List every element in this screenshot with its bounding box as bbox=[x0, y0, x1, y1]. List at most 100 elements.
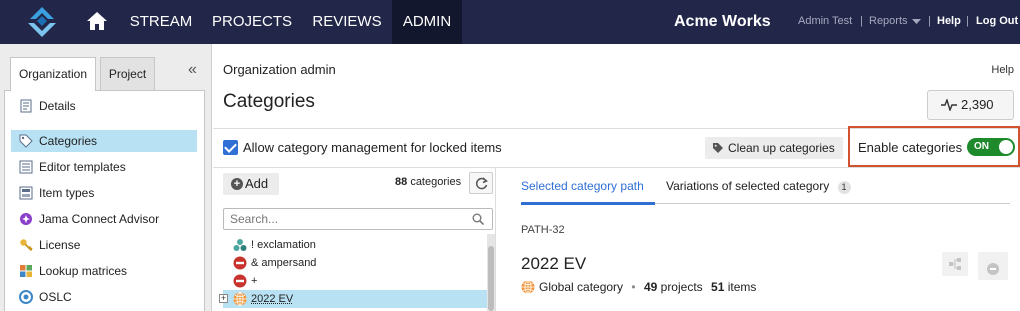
category-count-value: 88 bbox=[395, 176, 408, 188]
collapse-sidebar-icon[interactable]: « bbox=[188, 61, 197, 79]
category-count: 88 categories bbox=[395, 176, 461, 188]
items-count: 51 bbox=[711, 280, 725, 294]
variations-count-badge: 1 bbox=[837, 181, 851, 194]
category-scope: Global category bbox=[539, 280, 624, 294]
lock-management-checkbox[interactable] bbox=[223, 140, 238, 155]
enable-categories-highlight: Enable categories ON bbox=[848, 126, 1020, 167]
breadcrumb: Organization admin bbox=[223, 62, 336, 77]
sidebar-item-label: Lookup matrices bbox=[39, 264, 128, 278]
sidebar-item-label: OSLC bbox=[39, 290, 72, 304]
tag-icon bbox=[19, 134, 33, 148]
sidebar-item-label: Jama Connect Advisor bbox=[39, 212, 160, 226]
chevron-down-icon[interactable] bbox=[912, 19, 921, 25]
tab-variations-label: Variations of selected category bbox=[666, 179, 830, 193]
tree-row-label: + bbox=[251, 275, 258, 287]
tab-selected-category-path[interactable]: Selected category path bbox=[521, 179, 644, 193]
path-id: PATH-32 bbox=[521, 224, 565, 236]
organization-brand: Acme Works bbox=[674, 13, 771, 30]
details-icon bbox=[20, 99, 32, 113]
home-icon[interactable] bbox=[86, 11, 108, 31]
search-placeholder: Search... bbox=[230, 212, 279, 226]
separator: | bbox=[860, 15, 863, 27]
activity-button[interactable]: 2,390 bbox=[927, 90, 1014, 120]
scrollbar-thumb[interactable] bbox=[488, 246, 494, 311]
plus-icon: + bbox=[231, 178, 243, 190]
sidebar-item-label: Item types bbox=[39, 186, 95, 200]
expand-toggle[interactable]: + bbox=[219, 294, 228, 303]
view-hierarchy-button[interactable] bbox=[942, 252, 968, 276]
enable-categories-toggle[interactable]: ON bbox=[967, 138, 1015, 156]
category-tree-panel: + Add 88 categories Search... ! exclamat… bbox=[213, 168, 496, 311]
tree-row[interactable]: ! exclamation bbox=[223, 236, 487, 254]
hierarchy-icon bbox=[949, 258, 961, 270]
refresh-button[interactable] bbox=[469, 172, 493, 194]
sidebar-item-label: Editor templates bbox=[39, 160, 126, 174]
minus-circle-icon bbox=[233, 274, 247, 288]
remove-category-button[interactable] bbox=[978, 252, 1008, 280]
clean-up-categories-button[interactable]: Clean up categories bbox=[705, 137, 843, 159]
item-types-icon bbox=[19, 186, 33, 200]
oslc-icon bbox=[19, 290, 33, 304]
tree-row[interactable]: + bbox=[223, 272, 487, 290]
sidebar-menu: Details Categories Editor templates Item… bbox=[4, 90, 205, 311]
category-name: 2022 EV bbox=[521, 254, 587, 273]
nav-admin[interactable]: ADMIN bbox=[392, 0, 462, 44]
tree-row-label: & ampersand bbox=[251, 257, 317, 269]
toggle-knob bbox=[999, 140, 1013, 154]
category-search-input[interactable]: Search... bbox=[223, 208, 493, 230]
nav-stream[interactable]: STREAM bbox=[120, 0, 202, 44]
clean-up-label: Clean up categories bbox=[728, 141, 835, 155]
top-navigation: STREAM PROJECTS REVIEWS ADMIN Acme Works… bbox=[0, 0, 1020, 44]
minus-circle-icon bbox=[233, 256, 247, 270]
category-tree: ! exclamation & ampersand + + 2022 EV bbox=[219, 234, 487, 311]
projects-label: projects bbox=[660, 280, 703, 294]
minus-circle-icon bbox=[987, 263, 999, 275]
tree-row[interactable]: & ampersand bbox=[223, 254, 487, 272]
globe-icon bbox=[233, 292, 247, 306]
add-category-button[interactable]: + Add bbox=[223, 173, 279, 195]
sidebar-item-label: Categories bbox=[39, 134, 98, 148]
tree-row-selected[interactable]: + 2022 EV bbox=[219, 290, 487, 308]
admin-sidebar: Organization Project « Details Categorie… bbox=[0, 44, 212, 311]
logout-link[interactable]: Log Out bbox=[976, 0, 1018, 43]
nav-reviews[interactable]: REVIEWS bbox=[302, 0, 392, 44]
sidebar-item-jama-connect-advisor[interactable]: Jama Connect Advisor bbox=[11, 208, 197, 230]
category-count-suffix: categories bbox=[410, 176, 462, 188]
sidebar-item-lookup-matrices[interactable]: Lookup matrices bbox=[11, 260, 197, 282]
sidebar-item-editor-templates[interactable]: Editor templates bbox=[11, 156, 197, 178]
activity-icon bbox=[941, 99, 957, 111]
activity-count: 2,390 bbox=[961, 97, 994, 112]
sidebar-item-details[interactable]: Details bbox=[11, 95, 197, 117]
user-menu[interactable]: Admin Test bbox=[798, 0, 852, 43]
nav-projects[interactable]: PROJECTS bbox=[202, 0, 302, 44]
main-content: Organization admin Help Categories 2,390… bbox=[213, 44, 1020, 311]
help-link[interactable]: Help bbox=[991, 64, 1014, 76]
sidebar-item-item-types[interactable]: Item types bbox=[11, 182, 197, 204]
tab-project[interactable]: Project bbox=[100, 57, 155, 90]
toggle-state-label: ON bbox=[974, 141, 989, 152]
page-title: Categories bbox=[223, 91, 315, 112]
add-label: Add bbox=[245, 176, 269, 191]
globe-icon bbox=[521, 280, 535, 294]
sidebar-item-license[interactable]: License bbox=[11, 234, 197, 256]
items-label: items bbox=[727, 280, 757, 294]
reports-menu[interactable]: Reports bbox=[869, 0, 908, 43]
sidebar-item-label: License bbox=[39, 238, 81, 252]
advisor-icon bbox=[20, 213, 32, 225]
sidebar-item-oslc[interactable]: OSLC bbox=[11, 286, 197, 308]
category-detail-panel: Selected category path Variations of sel… bbox=[497, 168, 1020, 311]
tree-scrollbar[interactable] bbox=[487, 234, 495, 311]
active-tab-indicator bbox=[521, 202, 655, 205]
group-icon bbox=[233, 239, 247, 251]
app-logo[interactable] bbox=[22, 5, 62, 39]
matrix-icon bbox=[20, 265, 32, 277]
projects-count: 49 bbox=[643, 280, 658, 294]
tab-variations[interactable]: Variations of selected category 1 bbox=[666, 179, 851, 194]
sidebar-item-categories[interactable]: Categories bbox=[11, 130, 197, 152]
template-icon bbox=[19, 160, 33, 174]
tab-organization[interactable]: Organization bbox=[10, 57, 96, 91]
lock-management-label: Allow category management for locked ite… bbox=[243, 140, 502, 155]
help-link[interactable]: Help bbox=[937, 0, 961, 43]
tree-row-label: ! exclamation bbox=[251, 239, 316, 251]
enable-categories-label: Enable categories bbox=[858, 140, 963, 155]
